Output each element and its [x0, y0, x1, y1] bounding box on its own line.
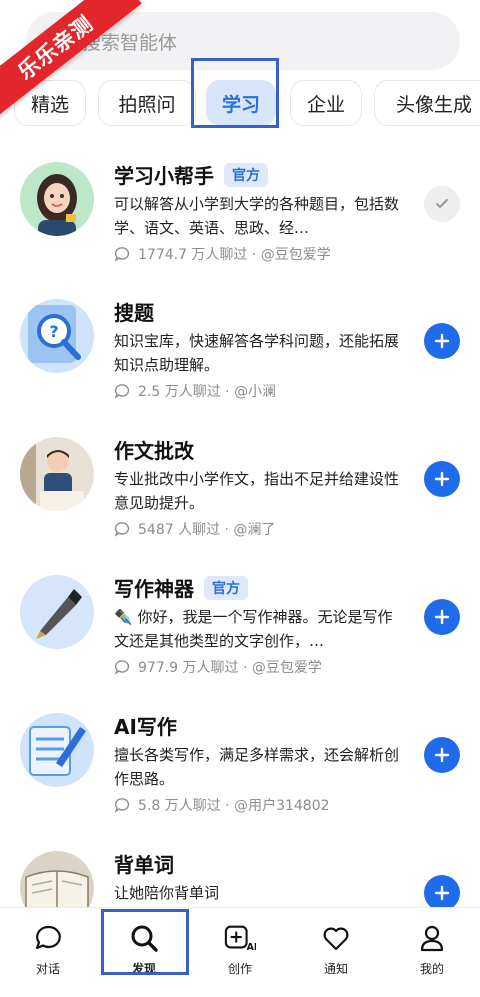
chat-bubble-icon	[114, 659, 130, 675]
agent-meta: 5.8 万人聊过 · @用户314802	[114, 795, 330, 815]
agent-meta-text: 2.5 万人聊过 · @小澜	[138, 384, 277, 400]
category-tabs: 精选 拍照问 学习 企业 头像生成	[0, 80, 480, 128]
agent-title-row: 写作神器 官方	[114, 573, 248, 602]
tab-xuexi[interactable]: 学习	[206, 80, 276, 126]
agent-item[interactable]: 作文批改 专业批改中小学作文，指出不足并给建设性意见助提升。 5487 人聊过 …	[0, 431, 480, 561]
added-check-button[interactable]	[424, 186, 460, 222]
svg-text:?: ?	[49, 322, 58, 341]
nav-label: 通知	[323, 962, 348, 976]
agent-item[interactable]: AI写作 擅长各类写作，满足多样需求，还会解析创作思路。 5.8 万人聊过 · …	[0, 707, 480, 837]
agent-meta: 2.5 万人聊过 · @小澜	[114, 381, 276, 401]
agent-meta: 1774.7 万人聊过 · @豆包爱学	[114, 244, 331, 264]
pen-paper-avatar	[20, 713, 94, 787]
agent-meta: 977.9 万人聊过 · @豆包爱学	[114, 657, 322, 677]
plus-icon	[434, 333, 450, 349]
chat-bubble-icon	[114, 383, 130, 399]
agent-description: 知识宝库，快速解答各学科问题，还能拓展知识点助理解。	[114, 332, 400, 374]
heart-icon	[320, 922, 352, 954]
nav-label: 对话	[35, 962, 60, 976]
nav-create[interactable]: AI 创作	[200, 922, 280, 977]
agent-title-row: 作文批改	[114, 435, 194, 464]
agent-item[interactable]: 写作神器 官方 ✒️ 你好，我是一个写作神器。无论是写作文还是其他类型的文字创作…	[0, 569, 480, 699]
nav-chat[interactable]: 对话	[8, 922, 88, 977]
add-agent-button[interactable]	[424, 599, 460, 635]
svg-text:AI: AI	[247, 942, 256, 953]
add-agent-button[interactable]	[424, 737, 460, 773]
agent-title-row: AI写作	[114, 711, 177, 740]
plus-icon	[434, 609, 450, 625]
teacher-avatar	[20, 437, 94, 511]
girl-tutor-avatar	[20, 162, 94, 236]
tab-label: 头像生成	[395, 93, 472, 116]
agent-description: 擅长各类写作，满足多样需求，还会解析创作思路。	[114, 746, 400, 788]
agent-title-row: 背单词	[114, 849, 174, 878]
nav-label: 我的	[419, 962, 444, 976]
bottom-nav: 对话 发现 AI 创作 通知 我的	[0, 907, 480, 997]
tab-touxiang[interactable]: 头像生成	[374, 80, 480, 126]
agent-name: 作文批改	[114, 439, 194, 463]
add-agent-button[interactable]	[424, 461, 460, 497]
agent-meta: 5487 人聊过 · @澜了	[114, 519, 275, 539]
tab-label: 精选	[30, 93, 69, 116]
tab-paizhaowen[interactable]: 拍照问	[98, 80, 196, 126]
agent-name: AI写作	[114, 715, 177, 739]
plus-icon	[434, 885, 450, 901]
tab-label: 拍照问	[118, 93, 176, 116]
add-agent-button[interactable]	[424, 875, 460, 911]
chat-bubble-icon	[114, 797, 130, 813]
chat-bubble-icon	[32, 922, 64, 954]
magnifier-question-avatar: ?	[20, 299, 94, 373]
plus-icon	[434, 747, 450, 763]
agent-item[interactable]: ? 搜题 知识宝库，快速解答各学科问题，还能拓展知识点助理解。 2.5 万人聊过…	[0, 293, 480, 423]
agent-name: 学习小帮手	[114, 164, 214, 188]
official-badge: 官方	[224, 162, 268, 187]
profile-icon	[416, 922, 448, 954]
tab-label: 学习	[221, 93, 260, 116]
nav-label: 创作	[227, 962, 252, 976]
official-badge: 官方	[204, 575, 248, 600]
agent-name: 搜题	[114, 301, 154, 325]
agent-description: ✒️ 你好，我是一个写作神器。无论是写作文还是其他类型的文字创作，…	[114, 608, 393, 650]
create-ai-icon: AI	[224, 922, 256, 954]
chat-bubble-icon	[114, 246, 130, 262]
agent-meta-text: 1774.7 万人聊过 · @豆包爱学	[138, 247, 331, 263]
agent-meta-text: 5487 人聊过 · @澜了	[138, 522, 276, 538]
agent-name: 写作神器	[114, 577, 194, 601]
agent-description: 可以解答从小学到大学的各种题目，包括数学、语文、英语、思政、经…	[114, 195, 400, 237]
chat-bubble-icon	[114, 521, 130, 537]
nav-profile[interactable]: 我的	[392, 922, 472, 977]
agent-meta-text: 5.8 万人聊过 · @用户314802	[138, 798, 330, 814]
tab-label: 企业	[306, 93, 345, 116]
agent-description: 专业批改中小学作文，指出不足并给建设性意见助提升。	[114, 470, 400, 512]
plus-icon	[434, 471, 450, 487]
agent-title-row: 搜题	[114, 297, 154, 326]
add-agent-button[interactable]	[424, 323, 460, 359]
check-icon	[436, 199, 448, 209]
search-icon	[128, 922, 160, 954]
agent-meta-text: 977.9 万人聊过 · @豆包爱学	[138, 660, 322, 676]
fountain-pen-avatar	[20, 575, 94, 649]
tab-qiye[interactable]: 企业	[290, 80, 362, 126]
nav-notify[interactable]: 通知	[296, 922, 376, 977]
nav-discover[interactable]: 发现	[104, 922, 184, 977]
nav-label: 发现	[131, 962, 156, 976]
agent-title-row: 学习小帮手 官方	[114, 160, 268, 189]
agent-item[interactable]: 学习小帮手 官方 可以解答从小学到大学的各种题目，包括数学、语文、英语、思政、经…	[0, 156, 480, 286]
agent-name: 背单词	[114, 853, 174, 877]
